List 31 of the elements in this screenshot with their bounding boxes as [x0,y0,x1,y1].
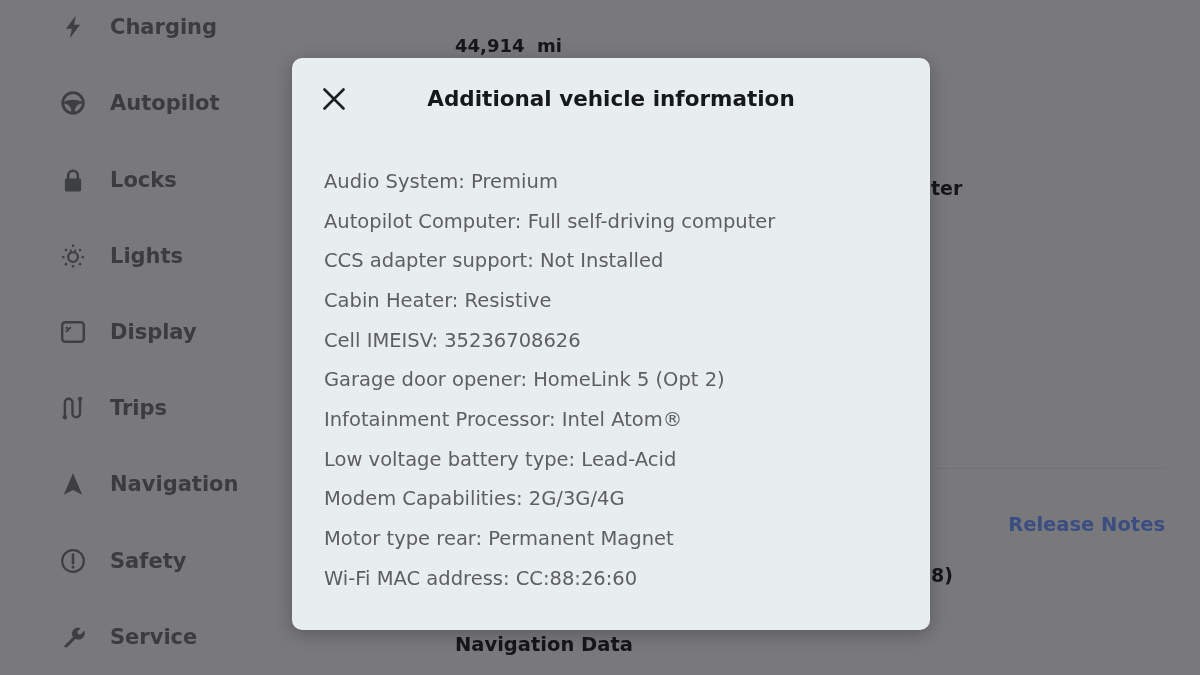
partial-text: ter [931,178,963,198]
vehicle-info-text: Cabin Heater: Resistive [324,288,552,313]
vehicle-info-text: CCS adapter support: Not Installed [324,249,664,274]
section-heading: Navigation Data [455,633,633,657]
close-icon [323,88,345,110]
display-icon [60,319,86,345]
vehicle-info-text: Autopilot Computer: Full self-driving computer [324,209,776,234]
sidebar-item[interactable]: Display [48,293,209,371]
sidebar-item[interactable]: Trips [48,370,180,447]
light-bulb-icon [60,242,86,269]
odometer-text: 44,914 mi [455,36,562,56]
vehicle-info-text: Wi-Fi MAC address: CC:88:26:60 [324,566,638,591]
vehicle-info-text: Low voltage battery type: Lead-Acid [324,447,677,472]
sidebar-item[interactable]: Charging [48,0,230,66]
vehicle-info-text: Cell IMEISV: 35236708626 [324,328,581,353]
sidebar-item[interactable]: Autopilot [48,65,232,142]
sidebar-item[interactable]: Service [48,598,210,675]
release-notes-link[interactable]: Release Notes [1008,513,1165,537]
steering-wheel-icon [60,90,86,117]
exclamation-circle-icon [60,547,86,574]
sidebar-item[interactable]: Lights [48,217,196,294]
sidebar-item[interactable]: Safety [48,522,199,599]
vehicle-info-text: Audio System: Premium [324,169,558,194]
dialog-title: Additional vehicle information [426,85,796,113]
vehicle-info-text: Infotainment Processor: Intel Atom® [324,407,683,432]
sidebar-item[interactable]: Navigation [48,446,251,523]
partial-text: 8) [931,564,953,586]
vehicle-info-text: Modem Capabilities: 2G/3G/4G [324,487,625,512]
vehicle-info-text: Motor type rear: Permanent Magnet [324,527,674,552]
vehicle-info-text: Garage door opener: HomeLink 5 (Opt 2) [324,368,725,393]
sidebar-item[interactable]: Locks [48,141,189,218]
